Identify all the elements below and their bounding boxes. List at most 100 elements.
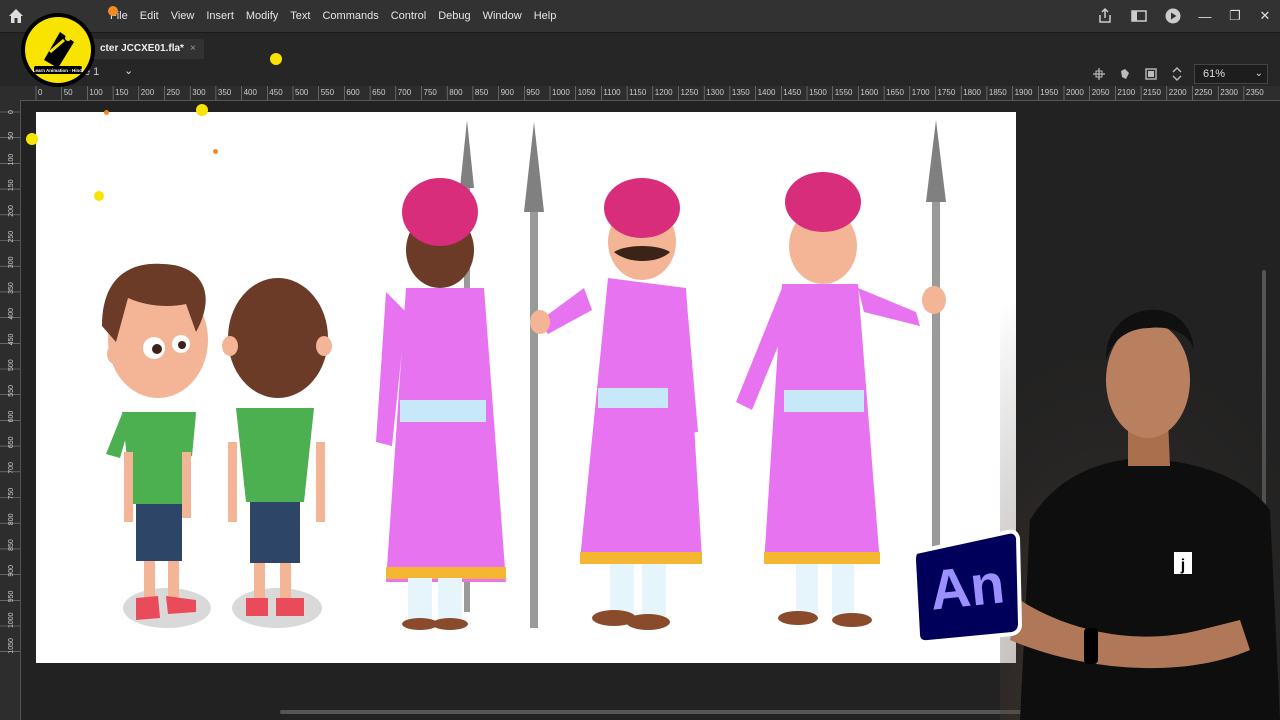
ruler-tick-label: 1100 [603, 88, 621, 97]
sparkle-dot [196, 104, 208, 116]
ruler-tick-label: 950 [8, 591, 15, 603]
ruler-tick-label: 450 [269, 88, 283, 97]
ruler-tick-label: 350 [8, 282, 15, 294]
ruler-tick-label: 300 [192, 88, 206, 97]
ruler-tick-label: 250 [167, 88, 181, 97]
ruler-tick-label: 1050 [578, 88, 596, 97]
ruler-tick-label: 1750 [938, 88, 956, 97]
menu-bar: File Edit View Insert Modify Text Commands Cont… [0, 0, 1280, 32]
menu-items: File Edit View Insert Modify Text Commands Cont… [104, 0, 562, 32]
menu-view[interactable]: View [165, 0, 201, 32]
ruler-tick-label: 1950 [1040, 88, 1058, 97]
ruler-tick-label: 600 [346, 88, 360, 97]
sparkle-dot [26, 133, 38, 145]
ruler-top: 0 50 100 150 200 250 300 350 400 450 500 550 600 650 7… [20, 86, 1280, 101]
sparkle-dot [94, 191, 104, 201]
chevron-down-icon: ⌄ [1254, 68, 1263, 79]
boy-back-character[interactable] [222, 278, 332, 628]
share-icon[interactable] [1096, 7, 1114, 25]
menu-file[interactable]: File [104, 0, 134, 32]
ruler-tick-label: 0 [38, 88, 43, 97]
horizontal-scrollbar[interactable] [280, 710, 1040, 714]
ruler-tick-label: 2200 [1169, 88, 1187, 97]
ruler-tick-label: 650 [372, 88, 386, 97]
ruler-tick-label: 800 [8, 513, 15, 525]
ruler-tick-label: 450 [8, 334, 15, 346]
ruler-tick-label: 550 [8, 385, 15, 397]
guard-front-character[interactable] [524, 122, 702, 630]
menu-insert[interactable]: Insert [200, 0, 240, 32]
sparkle-dot [213, 149, 218, 154]
ruler-tick-label: 700 [8, 462, 15, 474]
ruler-tick-label: 2250 [1195, 88, 1213, 97]
play-icon[interactable] [1164, 7, 1182, 25]
ruler-tick-label: 1000 [8, 612, 15, 628]
ruler-tick-label: 1650 [886, 88, 904, 97]
ruler-tick-label: 50 [64, 88, 73, 97]
ruler-tick-label: 150 [115, 88, 129, 97]
ruler-tick-label: 1450 [783, 88, 801, 97]
channel-logo: Learn Animation - Hindi [20, 12, 96, 88]
tab-close-icon[interactable]: × [190, 43, 196, 54]
ruler-tick-label: 1600 [860, 88, 878, 97]
menu-help[interactable]: Help [528, 0, 563, 32]
close-icon[interactable]: ✕ [1250, 8, 1280, 24]
ruler-tick-label: 550 [321, 88, 335, 97]
menu-commands[interactable]: Commands [316, 0, 384, 32]
ruler-tick-label: 1500 [809, 88, 827, 97]
rotate-tool-icon[interactable] [1118, 67, 1132, 81]
animate-badge-text: An [926, 550, 1008, 622]
ruler-left: 0 50 100 150 200 250 300 350 400 450 500 550 600 650 7… [0, 100, 21, 720]
ruler-tick-label: 950 [526, 88, 540, 97]
clip-stage-icon[interactable] [1144, 67, 1158, 81]
ruler-tick-label: 350 [218, 88, 232, 97]
ruler-tick-label: 100 [89, 88, 103, 97]
ruler-tick-label: 2150 [1143, 88, 1161, 97]
ruler-corner [0, 86, 20, 100]
ruler-tick-label: 200 [8, 205, 15, 217]
boy-front-character[interactable] [102, 263, 211, 628]
chevron-down-icon[interactable]: ⌄ [124, 64, 133, 77]
ruler-tick-label: 1700 [912, 88, 930, 97]
sparkle-dot [104, 110, 109, 115]
menu-modify[interactable]: Modify [240, 0, 284, 32]
center-stage-icon[interactable] [1092, 67, 1106, 81]
zoom-select[interactable]: 61% ⌄ [1194, 64, 1268, 84]
document-tab[interactable]: cter JCCXE01.fla* × [92, 39, 204, 59]
document-tab-title: cter JCCXE01.fla* [100, 43, 184, 54]
menu-debug[interactable]: Debug [432, 0, 476, 32]
ruler-tick-label: 100 [8, 154, 15, 166]
ruler-tick-label: 850 [475, 88, 489, 97]
ruler-tick-label: 1300 [706, 88, 724, 97]
animate-logo-badge: An [912, 528, 1022, 644]
ruler-tick-label: 150 [8, 179, 15, 191]
presenter-photo: j [1000, 270, 1280, 720]
window-controls: — ❐ ✕ [1088, 0, 1280, 32]
ruler-tick-label: 2100 [1117, 88, 1135, 97]
zoom-stepper-icon[interactable] [1170, 67, 1184, 81]
ruler-tick-label: 1250 [681, 88, 699, 97]
workspace-icon[interactable] [1130, 7, 1148, 25]
guard-back-character[interactable] [376, 120, 506, 630]
ruler-tick-label: 1000 [552, 88, 570, 97]
ruler-tick-label: 850 [8, 539, 15, 551]
menu-text[interactable]: Text [284, 0, 316, 32]
ruler-tick-label: 650 [8, 436, 15, 448]
minimize-icon[interactable]: — [1190, 9, 1220, 24]
ruler-tick-label: 250 [8, 231, 15, 243]
ruler-tick-label: 1900 [1015, 88, 1033, 97]
ruler-tick-label: 2300 [1220, 88, 1238, 97]
menu-edit[interactable]: Edit [134, 0, 165, 32]
zoom-value: 61% [1203, 68, 1226, 80]
menu-control[interactable]: Control [385, 0, 432, 32]
ruler-tick-label: 1150 [629, 88, 647, 97]
stage-canvas[interactable] [36, 112, 1016, 663]
svg-text:j: j [1180, 557, 1185, 574]
ruler-tick-label: 1800 [963, 88, 981, 97]
ruler-tick-label: 50 [8, 132, 15, 140]
restore-icon[interactable]: ❐ [1220, 8, 1250, 24]
ruler-tick-label: 1400 [758, 88, 776, 97]
ruler-tick-label: 1050 [8, 638, 15, 654]
menu-window[interactable]: Window [477, 0, 528, 32]
ruler-tick-label: 1550 [835, 88, 853, 97]
